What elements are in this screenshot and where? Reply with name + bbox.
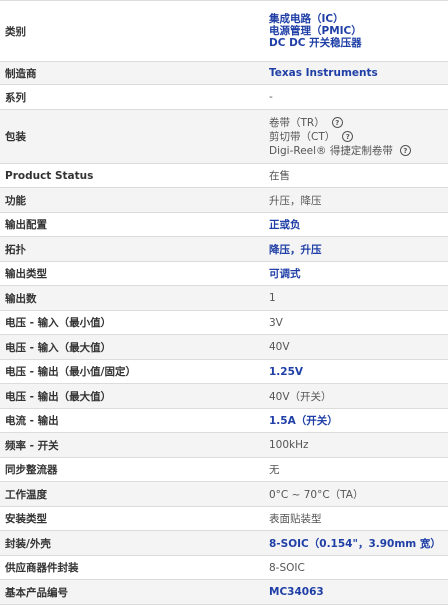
frequency-value: 100kHz (269, 439, 309, 451)
output-type-link[interactable]: 可调式 (269, 266, 448, 281)
spec-label: Product Status (5, 169, 94, 182)
category-link-pmic[interactable]: 电源管理（PMIC） (269, 25, 448, 37)
spec-table: 类别 集成电路（IC） 电源管理（PMIC） DC DC 开关稳压器 制造商 T… (0, 0, 448, 605)
spec-row-function: 功能 升压，降压 (0, 188, 448, 213)
spec-row-topology: 拓扑 降压，升压 (0, 237, 448, 262)
spec-value: 正或负 (262, 213, 448, 236)
spec-row-current-output: 电流 - 输出 1.5A（开关） (0, 409, 448, 433)
vout-max-value: 40V（开关） (269, 390, 332, 403)
packaging-option-ct: 剪切带（CT） ? (269, 130, 448, 144)
spec-label: 输出类型 (5, 268, 47, 280)
spec-label: 电流 - 输出 (5, 415, 59, 427)
category-link-ic[interactable]: 集成电路（IC） (269, 13, 448, 25)
series-value: - (269, 91, 273, 103)
spec-value: 40V（开关） (262, 384, 448, 408)
help-icon[interactable]: ? (342, 131, 354, 142)
output-config-link[interactable]: 正或负 (269, 217, 448, 232)
spec-value: 1.5A（开关） (262, 409, 448, 432)
spec-row-series: 系列 - (0, 85, 448, 110)
spec-row-output-type: 输出类型 可调式 (0, 262, 448, 286)
spec-row-vout-max: 电压 - 输出（最大值） 40V（开关） (0, 384, 448, 409)
operating-temp-value: 0°C ~ 70°C（TA） (269, 488, 364, 501)
spec-value: 表面贴装型 (262, 507, 448, 530)
spec-row-packaging: 包装 卷带（TR） ? 剪切带（CT） ? Digi-Reel® 得捷定制卷带 … (0, 110, 448, 164)
spec-label: 供应商器件封装 (5, 562, 79, 574)
spec-value: MC34063 (262, 580, 448, 604)
supplier-package-value: 8-SOIC (269, 561, 305, 574)
spec-label: 频率 - 开关 (5, 439, 59, 452)
vin-min-value: 3V (269, 316, 283, 329)
spec-label: 系列 (5, 91, 26, 104)
spec-value: 8-SOIC (262, 556, 448, 579)
spec-row-vin-min: 电压 - 输入（最小值） 3V (0, 311, 448, 335)
spec-value: 1.25V (262, 360, 448, 383)
spec-row-product-status: Product Status 在售 (0, 164, 448, 188)
spec-label: 电压 - 输入（最小值） (5, 317, 112, 329)
packaging-label: 卷带（TR） (269, 116, 325, 129)
packaging-label: Digi-Reel® 得捷定制卷带 (269, 144, 393, 157)
spec-value: - (262, 85, 448, 109)
spec-row-sync-rectifier: 同步整流器 无 (0, 458, 448, 482)
spec-label: 制造商 (5, 67, 37, 80)
help-icon[interactable]: ? (399, 145, 411, 156)
output-count-value: 1 (269, 292, 276, 304)
spec-value: 可调式 (262, 262, 448, 285)
spec-label: 拓扑 (5, 243, 26, 256)
spec-label: 电压 - 输入（最大值） (5, 341, 112, 354)
spec-value: 3V (262, 311, 448, 334)
vin-max-value: 40V (269, 341, 290, 353)
spec-label: 类别 (5, 25, 26, 38)
vout-min-link[interactable]: 1.25V (269, 366, 448, 378)
spec-row-supplier-package: 供应商器件封装 8-SOIC (0, 556, 448, 580)
spec-label: 包装 (5, 131, 26, 143)
spec-row-manufacturer: 制造商 Texas Instruments (0, 62, 448, 85)
category-link-dcdc[interactable]: DC DC 开关稳压器 (269, 37, 448, 49)
help-icon[interactable]: ? (331, 117, 343, 128)
spec-value: 降压，升压 (262, 237, 448, 261)
spec-value: 在售 (262, 164, 448, 187)
packaging-option-tr: 卷带（TR） ? (269, 116, 448, 130)
spec-row-vout-min: 电压 - 输出（最小值/固定） 1.25V (0, 360, 448, 384)
spec-value: Texas Instruments (262, 62, 448, 84)
spec-label: 电压 - 输出（最小值/固定） (5, 366, 137, 378)
packaging-option-digireel: Digi-Reel® 得捷定制卷带 ? (269, 144, 448, 158)
spec-value: 卷带（TR） ? 剪切带（CT） ? Digi-Reel® 得捷定制卷带 ? (262, 110, 448, 163)
spec-label: 电压 - 输出（最大值） (5, 390, 112, 403)
spec-label: 封装/外壳 (5, 537, 51, 550)
spec-value: 40V (262, 335, 448, 359)
product-status-value: 在售 (269, 170, 290, 182)
spec-row-operating-temp: 工作温度 0°C ~ 70°C（TA） (0, 482, 448, 507)
spec-label: 安装类型 (5, 513, 47, 525)
spec-row-category: 类别 集成电路（IC） 电源管理（PMIC） DC DC 开关稳压器 (0, 1, 448, 62)
function-value: 升压，降压 (269, 194, 322, 207)
spec-value: 升压，降压 (262, 188, 448, 212)
spec-label: 输出配置 (5, 219, 47, 231)
spec-label: 同步整流器 (5, 464, 58, 476)
spec-value: 0°C ~ 70°C（TA） (262, 482, 448, 506)
spec-row-base-part-number: 基本产品编号 MC34063 (0, 580, 448, 605)
spec-value: 集成电路（IC） 电源管理（PMIC） DC DC 开关稳压器 (262, 1, 448, 61)
base-part-number-link[interactable]: MC34063 (269, 586, 448, 598)
package-case-link[interactable]: 8-SOIC（0.154"，3.90mm 宽） (269, 536, 448, 551)
manufacturer-link[interactable]: Texas Instruments (269, 67, 448, 79)
spec-label: 工作温度 (5, 488, 47, 501)
current-output-link[interactable]: 1.5A（开关） (269, 413, 448, 428)
mounting-type-value: 表面贴装型 (269, 513, 322, 525)
sync-rectifier-value: 无 (269, 464, 280, 476)
spec-row-output-count: 输出数 1 (0, 286, 448, 311)
spec-row-mounting-type: 安装类型 表面贴装型 (0, 507, 448, 531)
packaging-label: 剪切带（CT） (269, 130, 336, 143)
spec-label: 输出数 (5, 292, 37, 305)
spec-value: 100kHz (262, 433, 448, 457)
spec-label: 基本产品编号 (5, 586, 68, 599)
spec-value: 8-SOIC（0.154"，3.90mm 宽） (262, 531, 448, 555)
spec-row-vin-max: 电压 - 输入（最大值） 40V (0, 335, 448, 360)
spec-row-frequency: 频率 - 开关 100kHz (0, 433, 448, 458)
spec-label: 功能 (5, 194, 26, 207)
spec-row-output-config: 输出配置 正或负 (0, 213, 448, 237)
topology-link[interactable]: 降压，升压 (269, 242, 448, 257)
spec-value: 1 (262, 286, 448, 310)
spec-value: 无 (262, 458, 448, 481)
spec-row-package-case: 封装/外壳 8-SOIC（0.154"，3.90mm 宽） (0, 531, 448, 556)
